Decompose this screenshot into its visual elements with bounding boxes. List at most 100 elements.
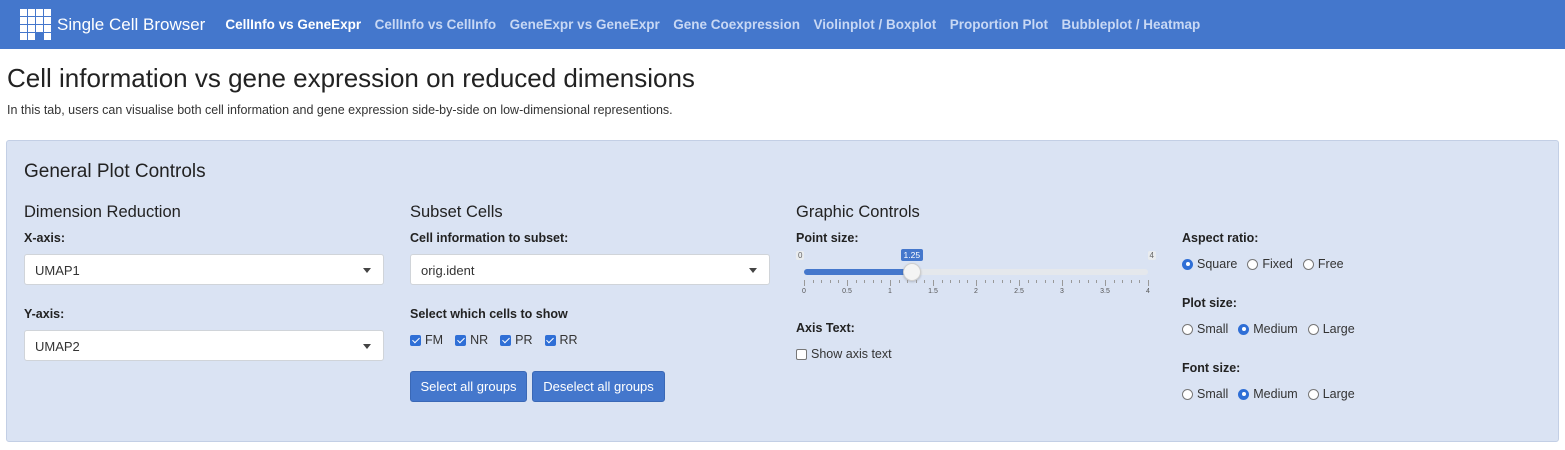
graphic-controls-title: Graphic Controls [796,203,920,221]
radio-icon [1307,388,1319,400]
slider-minor-tick [984,280,986,283]
group-label: PR [515,333,533,347]
group-checkbox-fm[interactable]: FM [410,333,443,347]
subset-cells-title: Subset Cells [410,203,503,221]
plot-size-option-large[interactable]: Large [1307,322,1355,336]
slider-tick [976,280,977,286]
slider-tick [1148,280,1149,286]
slider-minor-tick [1044,280,1046,283]
option-label: Small [1197,322,1229,336]
aspect-option-fixed[interactable]: Fixed [1247,257,1293,271]
nav-tabs: CellInfo vs GeneExpr CellInfo vs CellInf… [225,17,1213,32]
chevron-down-icon [749,268,757,273]
chevron-down-icon [363,344,371,349]
cell-info-subset-select[interactable]: orig.ident [410,254,770,285]
tab-cellinfo-vs-cellinfo[interactable]: CellInfo vs CellInfo [375,17,497,32]
grid-logo-icon [20,9,51,40]
tab-bubbleplot-heatmap[interactable]: Bubbleplot / Heatmap [1062,17,1201,32]
checkbox-icon [500,334,512,346]
slider-minor-tick [1113,280,1115,283]
option-label: Large [1322,387,1355,401]
slider-tick [804,280,805,286]
group-label: NR [470,333,489,347]
font-size-option-small[interactable]: Small [1182,387,1228,401]
slider-minor-tick [1087,280,1089,283]
slider-tick [847,280,848,286]
tab-proportion-plot[interactable]: Proportion Plot [950,17,1048,32]
axis-text-label: Axis Text: [796,321,855,335]
slider-minor-tick [1079,280,1081,283]
slider-minor-tick [898,280,900,283]
slider-tick-label: 3 [1060,288,1064,295]
group-label: RR [559,333,578,347]
x-axis-select[interactable]: UMAP1 [24,254,384,285]
option-label: Large [1322,322,1355,336]
option-label: Small [1197,387,1229,401]
slider-tick-label: 0.5 [842,288,852,295]
deselect-all-groups-button[interactable]: Deselect all groups [532,371,665,402]
brand-title: Single Cell Browser [57,14,206,34]
slider-minor-tick [872,280,874,283]
slider-tick-label: 2 [974,288,978,295]
slider-minor-tick [924,280,926,283]
checkbox-icon [410,334,421,346]
slider-tick-label: 1.5 [928,288,938,295]
plot-size-label: Plot size: [1182,296,1237,310]
chevron-down-icon [363,268,371,273]
option-label: Medium [1253,387,1298,401]
slider-minor-tick [838,280,840,283]
slider-tick [890,280,891,286]
slider-handle[interactable] [902,263,921,281]
slider-minor-tick [881,280,883,283]
y-axis-select[interactable]: UMAP2 [24,330,384,361]
plot-size-option-medium[interactable]: Medium [1238,322,1298,336]
font-size-option-medium[interactable]: Medium [1238,387,1298,401]
slider-minor-tick [1036,280,1038,283]
tab-gene-coexpression[interactable]: Gene Coexpression [673,17,800,32]
radio-icon [1182,323,1193,335]
slider-minor-tick [829,280,831,283]
font-size-option-large[interactable]: Large [1307,387,1355,401]
slider-minor-tick [907,280,909,283]
select-all-groups-button[interactable]: Select all groups [410,371,527,402]
slider-tick [1105,280,1106,286]
slider-minor-tick [1139,280,1141,283]
plot-size-option-small[interactable]: Small [1182,322,1228,336]
aspect-option-square[interactable]: Square [1182,257,1237,271]
slider-minor-tick [958,280,960,283]
slider-minor-tick [821,280,823,283]
radio-icon [1182,388,1193,400]
cells-to-show-label: Select which cells to show [410,307,568,321]
slider-minor-tick [812,280,814,283]
cell-info-subset-value: orig.ident [421,263,475,278]
brand[interactable]: Single Cell Browser [20,0,205,49]
general-plot-controls-panel: General Plot Controls Dimension Reductio… [6,140,1559,442]
group-label: FM [425,333,444,347]
slider-minor-tick [864,280,866,283]
show-axis-text-checkbox[interactable]: Show axis text [796,347,892,361]
checkbox-icon [455,334,467,346]
cell-info-subset-label: Cell information to subset: [410,231,569,245]
subset-cells-section: Subset Cells Cell information to subset:… [410,203,772,433]
slider-tick-label: 4 [1146,288,1150,295]
point-size-slider[interactable]: 0 4 1.25 0 0.5 1 1.5 2 2.5 3 3.5 4 [796,247,1156,297]
tab-geneexpr-vs-geneexpr[interactable]: GeneExpr vs GeneExpr [510,17,660,32]
y-axis-label: Y-axis: [24,307,65,321]
slider-tick [1062,280,1063,286]
radio-icon [1238,388,1250,400]
option-label: Medium [1253,322,1298,336]
aspect-option-free[interactable]: Free [1302,257,1344,271]
option-label: Fixed [1262,257,1293,271]
tab-cellinfo-vs-geneexpr[interactable]: CellInfo vs GeneExpr [225,17,361,32]
group-checkbox-rr[interactable]: RR [544,333,578,347]
group-checkbox-pr[interactable]: PR [500,333,533,347]
y-axis-value: UMAP2 [35,339,80,354]
tab-violinplot-boxplot[interactable]: Violinplot / Boxplot [814,17,937,32]
slider-min-label: 0 [796,251,805,260]
radio-icon [1238,323,1250,335]
radio-icon [1247,258,1259,270]
dimension-reduction-title: Dimension Reduction [24,203,181,221]
plot-format-section: Aspect ratio: Square Fixed Free Plot siz… [1182,203,1544,433]
group-checkbox-nr[interactable]: NR [455,333,488,347]
slider-fill [804,269,912,275]
